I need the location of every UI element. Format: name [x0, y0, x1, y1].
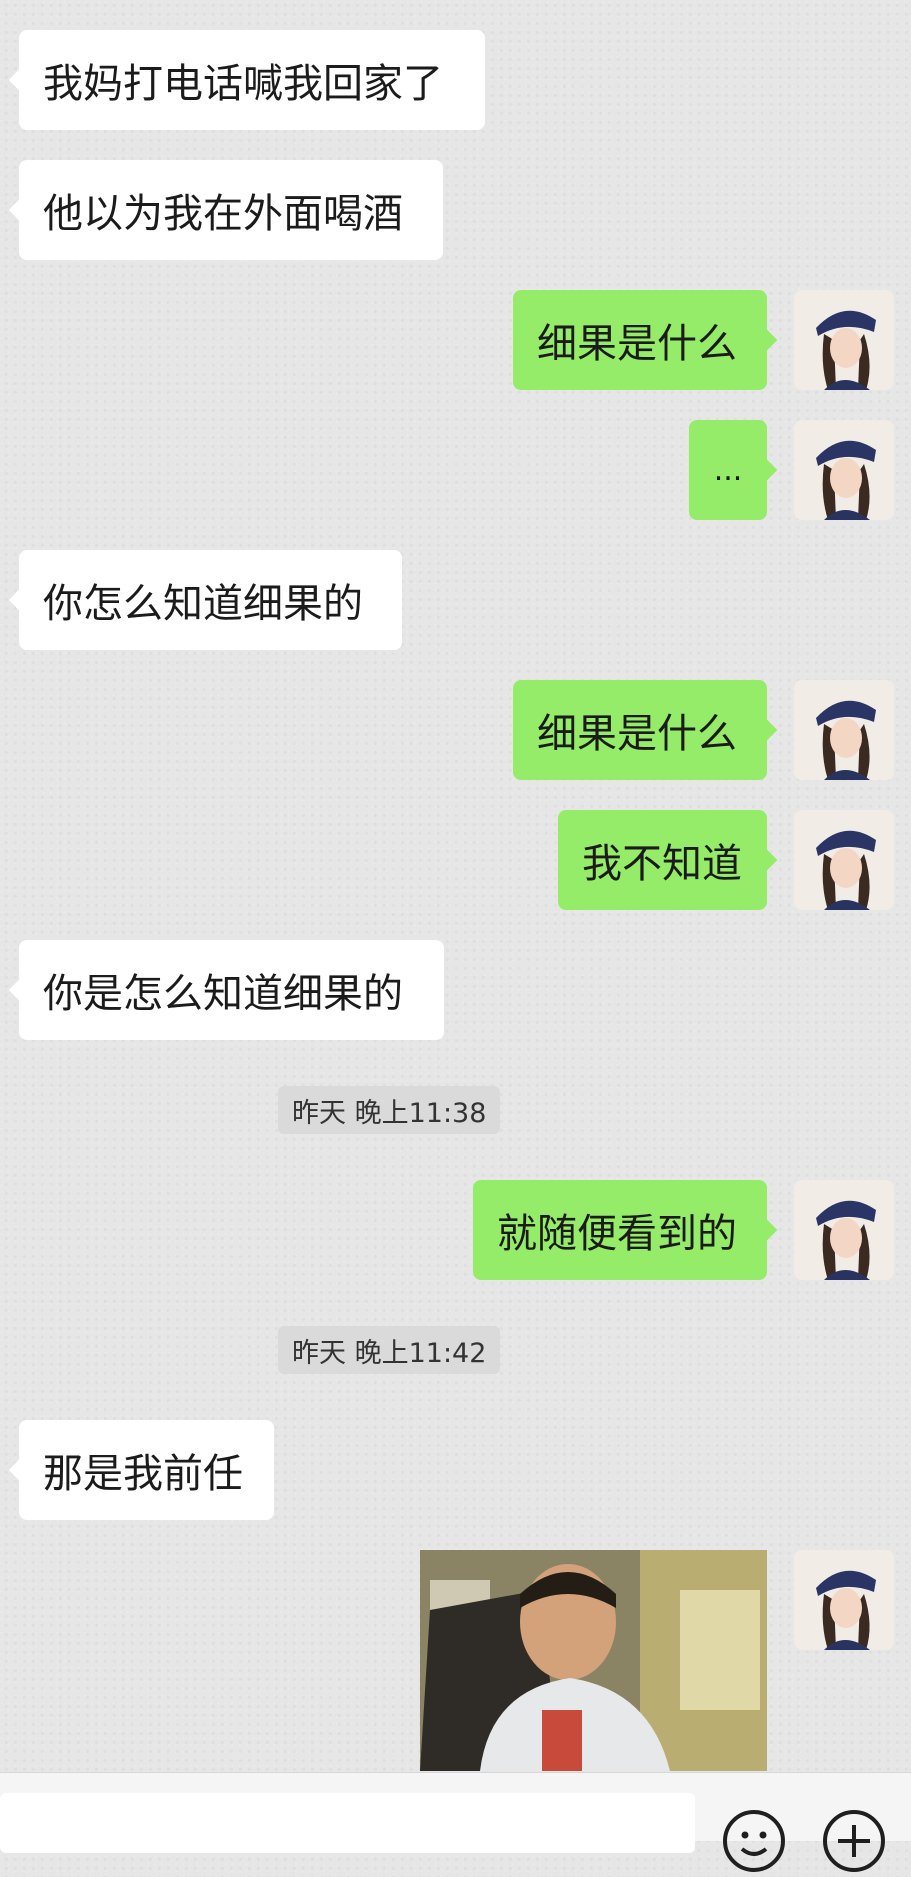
avatar-girl-icon	[794, 420, 894, 520]
message-bubble-incoming[interactable]: 他以为我在外面喝酒	[8, 160, 443, 260]
avatar-girl-icon	[794, 680, 894, 780]
meme-photo-image	[420, 1550, 767, 1771]
user-avatar[interactable]	[794, 680, 894, 780]
message-bubble-outgoing[interactable]: 细果是什么	[513, 290, 778, 390]
message-text: 我妈打电话喊我回家了	[43, 61, 443, 107]
timestamp: 昨天 晚上11:38	[278, 1086, 501, 1134]
user-avatar[interactable]	[794, 290, 894, 390]
user-avatar[interactable]	[794, 1180, 894, 1280]
message-bubble-outgoing[interactable]: 就随便看到的	[473, 1180, 778, 1280]
emoji-icon[interactable]	[722, 1809, 786, 1873]
message-bubble-incoming[interactable]: 你是怎么知道细果的	[8, 940, 444, 1040]
message-text: 细果是什么	[537, 321, 737, 367]
message-bubble-incoming[interactable]: 那是我前任	[8, 1420, 274, 1520]
message-text: 你怎么知道细果的	[43, 581, 363, 627]
timestamp-text: 昨天 晚上11:42	[292, 1337, 487, 1369]
message-text: 他以为我在外面喝酒	[43, 191, 403, 237]
image-message[interactable]	[420, 1550, 767, 1771]
message-text: 我不知道	[582, 841, 742, 887]
timestamp: 昨天 晚上11:42	[278, 1326, 501, 1374]
timestamp-text: 昨天 晚上11:38	[292, 1097, 487, 1129]
plus-icon[interactable]	[822, 1809, 886, 1873]
avatar-girl-icon	[794, 290, 894, 390]
avatar-girl-icon	[794, 1180, 894, 1280]
avatar-girl-icon	[794, 1550, 894, 1650]
input-bar	[0, 1772, 911, 1872]
message-text: 细果是什么	[537, 711, 737, 757]
user-avatar[interactable]	[794, 420, 894, 520]
user-avatar[interactable]	[794, 810, 894, 910]
message-bubble-incoming[interactable]: 我妈打电话喊我回家了	[8, 30, 485, 130]
message-text: ...	[713, 452, 743, 488]
message-text: 那是我前任	[43, 1451, 243, 1497]
message-bubble-outgoing[interactable]: 我不知道	[558, 810, 778, 910]
message-text: 你是怎么知道细果的	[43, 971, 403, 1017]
message-bubble-incoming[interactable]: 你怎么知道细果的	[8, 550, 402, 650]
user-avatar[interactable]	[794, 1550, 894, 1650]
message-bubble-outgoing[interactable]: 细果是什么	[513, 680, 778, 780]
avatar-girl-icon	[794, 810, 894, 910]
message-text: 就随便看到的	[497, 1211, 737, 1257]
message-bubble-outgoing[interactable]: ...	[689, 420, 778, 520]
message-input[interactable]	[0, 1793, 695, 1853]
